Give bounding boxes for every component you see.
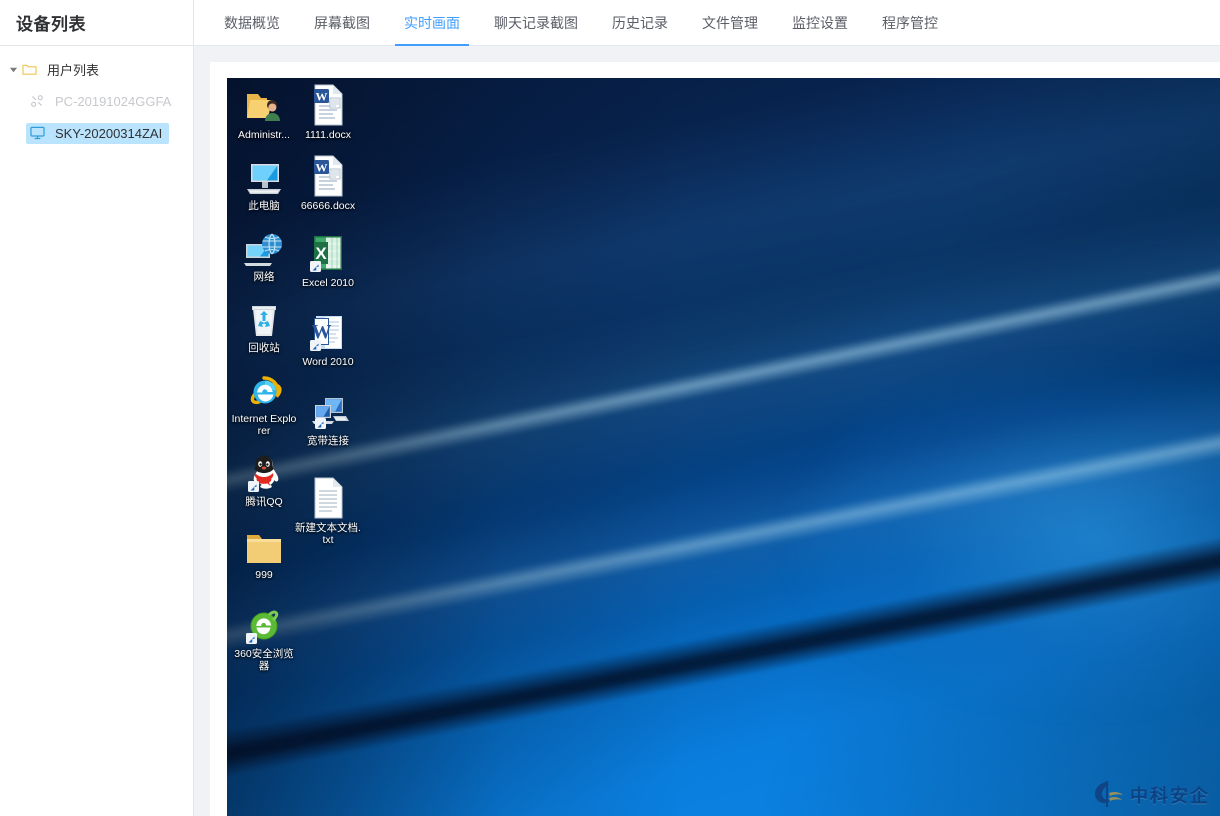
tab-screenshot[interactable]: 屏幕截图 <box>297 0 387 45</box>
broken-link-icon <box>30 94 50 108</box>
desktop-icon-1111-docx[interactable]: W 1111.docx <box>295 84 361 141</box>
tree-node-device-selected[interactable]: SKY-20200314ZAI <box>0 120 193 146</box>
desktop-icon-label: 宽带连接 <box>307 435 349 447</box>
tree-node-label: 用户列表 <box>47 62 100 78</box>
sidebar-header: 设备列表 <box>0 0 193 46</box>
svg-text:W: W <box>312 321 332 343</box>
tree-node-inner[interactable]: PC-20191024GGFA <box>26 91 178 112</box>
word-app-icon: W <box>295 311 361 353</box>
desktop-icon-word-2010[interactable]: W Word 2010 <box>295 311 361 368</box>
word-document-icon: W <box>295 84 361 126</box>
tab-bar: 数据概览 屏幕截图 实时画面 聊天记录截图 历史记录 文件管理 监控设置 程序管… <box>194 0 1220 46</box>
desktop-icon-label: 回收站 <box>248 342 280 354</box>
device-name-label: SKY-20200314ZAI <box>55 125 163 141</box>
app-root: 设备列表 用户列表 PC-20191024GGFA SKY-20200314ZA… <box>0 0 1220 816</box>
desktop-icon-tencent-qq[interactable]: 腾讯QQ <box>231 451 297 508</box>
tab-history[interactable]: 历史记录 <box>595 0 685 45</box>
tree-node-inner[interactable]: SKY-20200314ZAI <box>26 122 170 144</box>
desktop-icon-label: Word 2010 <box>302 356 354 368</box>
tab-program-control[interactable]: 程序管控 <box>865 0 955 45</box>
device-name-label: PC-20191024GGFA <box>55 93 172 109</box>
tab-live-screen[interactable]: 实时画面 <box>387 0 477 46</box>
desktop-icon-excel-2010[interactable]: X Excel 2010 <box>295 232 361 289</box>
360-browser-icon <box>231 603 297 645</box>
desktop-icon-label: 网络 <box>253 271 275 283</box>
broadband-connection-icon <box>295 390 361 432</box>
desktop-icon-label: Administr... <box>238 129 290 141</box>
svg-text:W: W <box>316 90 328 104</box>
desktop-icon-column-2: W 1111.docx W 66666.docx X Excel 2010 W … <box>295 84 361 560</box>
recycle-bin-icon <box>231 297 297 339</box>
wallpaper-glow <box>783 358 1220 713</box>
this-pc-icon <box>231 155 297 197</box>
desktop-icon-label: 360安全浏览器 <box>234 648 294 672</box>
folder-icon <box>22 63 42 76</box>
desktop-icon-label: 此电脑 <box>248 200 280 212</box>
desktop-icon-label: Excel 2010 <box>302 277 354 289</box>
desktop-icon-label: 66666.docx <box>300 200 356 212</box>
tree-node-device-offline[interactable]: PC-20191024GGFA <box>0 88 193 114</box>
folder-icon <box>231 524 297 566</box>
desktop-icon-label: 新建文本文档.txt <box>295 522 361 546</box>
remote-desktop-view[interactable]: Administr... 此电脑 网络 回收站 Internet Explore… <box>227 78 1220 816</box>
svg-text:X: X <box>315 244 327 263</box>
desktop-icon-new-text-document[interactable]: 新建文本文档.txt <box>295 477 361 546</box>
desktop-icon-recycle-bin[interactable]: 回收站 <box>231 297 297 354</box>
page-title: 设备列表 <box>16 15 86 34</box>
svg-text:W: W <box>316 161 328 175</box>
excel-app-icon: X <box>295 232 361 274</box>
tab-chat-log-screenshot[interactable]: 聊天记录截图 <box>477 0 595 45</box>
caret-down-icon[interactable] <box>4 65 22 74</box>
internet-explorer-icon <box>231 368 297 410</box>
text-document-icon <box>295 477 361 519</box>
tree-node-user-list[interactable]: 用户列表 <box>0 56 193 82</box>
desktop-icon-column-1: Administr... 此电脑 网络 回收站 Internet Explore… <box>231 84 297 686</box>
live-screen-panel: Administr... 此电脑 网络 回收站 Internet Explore… <box>210 62 1220 816</box>
desktop-icon-internet-explorer[interactable]: Internet Explorer <box>231 368 297 437</box>
device-tree: 用户列表 PC-20191024GGFA SKY-20200314ZAI <box>0 46 193 146</box>
monitor-icon <box>30 126 50 140</box>
user-folder-icon <box>231 84 297 126</box>
desktop-icon-label: 腾讯QQ <box>245 496 283 508</box>
tab-data-overview[interactable]: 数据概览 <box>207 0 297 45</box>
main-area: 数据概览 屏幕截图 实时画面 聊天记录截图 历史记录 文件管理 监控设置 程序管… <box>194 0 1220 816</box>
desktop-icon-360-browser[interactable]: 360安全浏览器 <box>231 603 297 672</box>
desktop-icon-label: Internet Explorer <box>231 413 297 437</box>
tab-file-management[interactable]: 文件管理 <box>685 0 775 45</box>
desktop-icon-administrator[interactable]: Administr... <box>231 84 297 141</box>
desktop-icon-66666-docx[interactable]: W 66666.docx <box>295 155 361 212</box>
desktop-icon-network[interactable]: 网络 <box>231 226 297 283</box>
network-icon <box>231 226 297 268</box>
content-outer: Administr... 此电脑 网络 回收站 Internet Explore… <box>194 46 1220 816</box>
tencent-qq-icon <box>231 451 297 493</box>
desktop-icon-broadband-connection[interactable]: 宽带连接 <box>295 390 361 447</box>
word-document-icon: W <box>295 155 361 197</box>
desktop-icon-label: 1111.docx <box>304 129 352 141</box>
desktop-icon-folder-999[interactable]: 999 <box>231 524 297 581</box>
desktop-icon-this-pc[interactable]: 此电脑 <box>231 155 297 212</box>
device-list-sidebar: 设备列表 用户列表 PC-20191024GGFA SKY-20200314ZA… <box>0 0 194 816</box>
tab-monitor-settings[interactable]: 监控设置 <box>775 0 865 45</box>
desktop-icon-label: 999 <box>255 569 273 581</box>
